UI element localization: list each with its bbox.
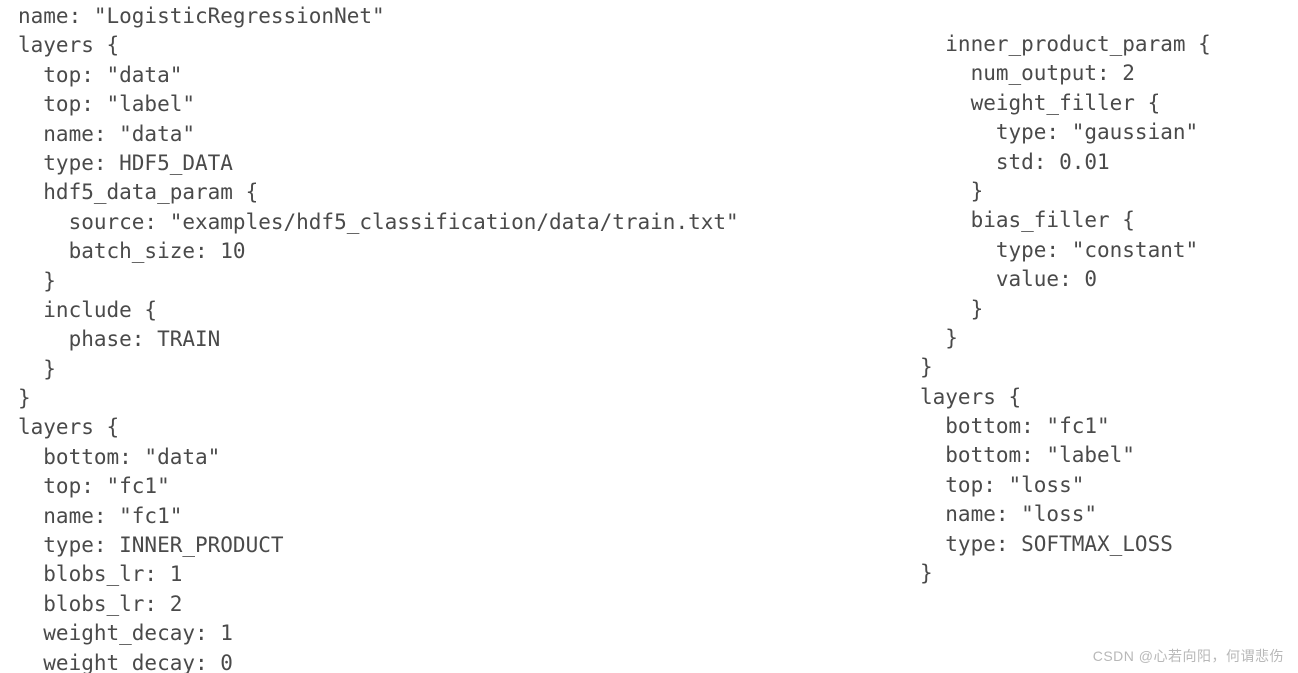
- watermark-text: CSDN @心若向阳，何谓悲伤: [1093, 647, 1284, 667]
- page-root: name: "LogisticRegressionNet" layers { t…: [0, 0, 1298, 673]
- code-column-right: inner_product_param { num_output: 2 weig…: [920, 30, 1211, 588]
- code-column-left: name: "LogisticRegressionNet" layers { t…: [18, 2, 739, 673]
